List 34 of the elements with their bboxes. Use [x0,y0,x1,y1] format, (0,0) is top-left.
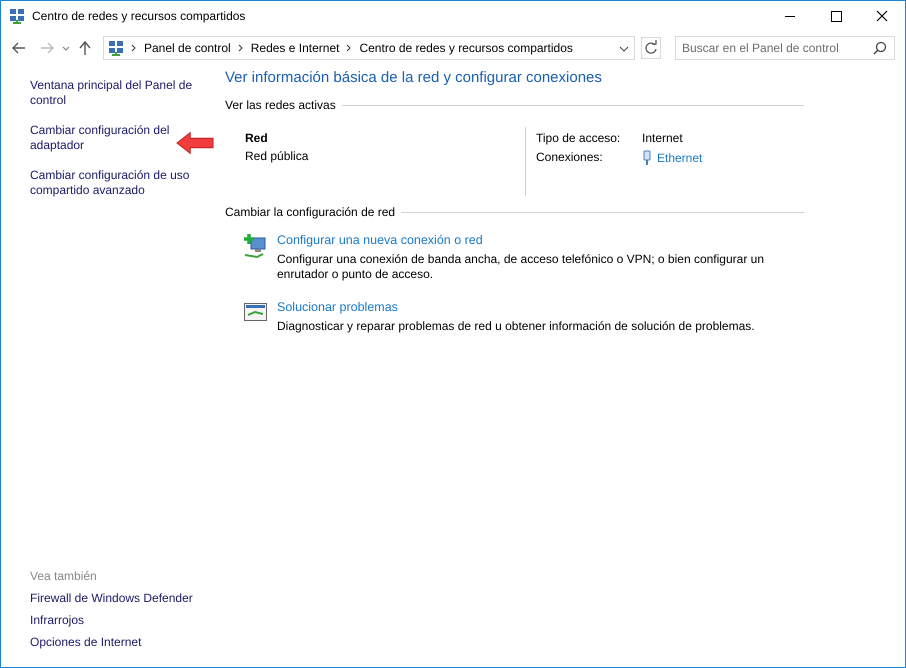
sidebar-link[interactable]: Cambiar configuración de uso compartido avanzado [30,168,200,198]
network-type: Red pública [245,149,310,163]
address-bar[interactable]: Panel de control Redes e Internet Centro de redes y recursos compartidos [103,36,635,60]
breadcrumb[interactable]: Centro de redes y recursos compartidos [359,41,573,55]
window-title: Centro de redes y recursos compartidos [32,9,246,23]
search-field[interactable]: Buscar en el Panel de control [675,36,895,60]
property-value: Internet [642,131,683,145]
connection-link[interactable]: Ethernet [657,151,702,165]
sidebar-link[interactable]: Cambiar configuración del adaptador [30,123,173,153]
task-link[interactable]: Solucionar problemas [277,300,777,314]
see-also-link[interactable]: Firewall de Windows Defender [30,591,216,605]
breadcrumb[interactable]: Redes e Internet [250,41,340,55]
refresh-button[interactable] [641,37,661,59]
section-heading: Ver las redes activas [225,98,336,112]
section-heading: Cambiar la configuración de red [225,205,396,219]
task-description: Diagnosticar y reparar problemas de red u obtener información de solución de problemas. [277,319,756,334]
task-description: Configurar una conexión de banda ancha, de acceso telefónico o VPN; o bien configurar un enrutador o punto de acceso. [277,252,765,282]
breadcrumb[interactable]: Panel de control [144,41,231,55]
network-name: Red [245,131,269,145]
see-also-link[interactable]: Infrarrojos [30,613,216,627]
property-label: Tipo de acceso: [536,131,622,145]
ethernet-plug-icon [642,150,652,166]
search-icon [873,41,887,55]
back-arrow-icon[interactable] [11,40,27,56]
see-also-heading: Vea también [30,569,98,583]
up-arrow-icon[interactable] [77,40,93,56]
page-heading: Ver información básica de la red y configurar conexiones [225,69,603,86]
property-label: Conexiones: [536,150,604,166]
task-link[interactable]: Configurar una nueva conexión o red [277,233,777,247]
arrow-icon [176,131,214,155]
see-also-link[interactable]: Opciones de Internet [30,635,216,649]
network-icon [9,8,25,24]
sidebar-link[interactable]: Ventana principal del Panel de control [30,78,200,108]
network-icon [108,40,124,56]
